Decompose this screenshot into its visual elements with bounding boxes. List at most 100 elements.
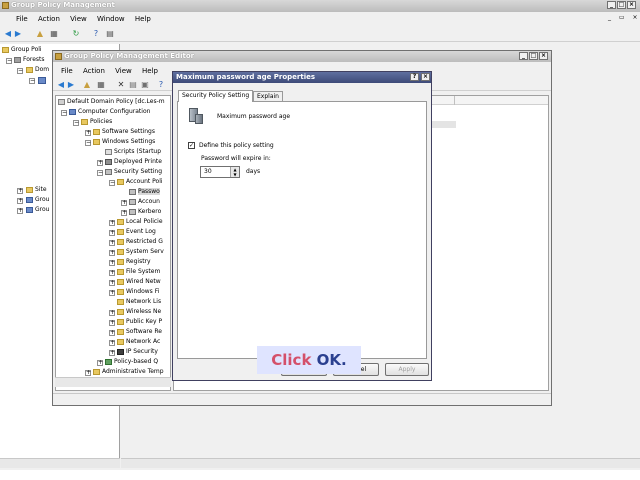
- registry-expander[interactable]: +: [109, 260, 115, 266]
- gpme-tree-hscroll[interactable]: [55, 377, 171, 387]
- gpm-site-expander[interactable]: +: [17, 188, 23, 194]
- tree-restricted-groups[interactable]: Restricted G: [117, 238, 163, 247]
- network-access-expander[interactable]: +: [109, 340, 115, 346]
- tree-kerberos[interactable]: Kerbero: [129, 208, 161, 217]
- gpm-mdi-restore-button[interactable]: ▭: [619, 14, 625, 21]
- tree-account-policies[interactable]: Account Poli: [117, 178, 163, 187]
- gpm-menu-view[interactable]: View: [70, 14, 87, 24]
- gpm-forests-expander[interactable]: −: [6, 58, 12, 64]
- tree-policies[interactable]: Policies: [81, 118, 112, 127]
- gpm-tree-forests[interactable]: Forests: [14, 56, 45, 65]
- local-policies-expander[interactable]: +: [109, 220, 115, 226]
- gpm-tree-group-1[interactable]: Grou: [26, 196, 49, 205]
- help-icon[interactable]: ?: [157, 81, 165, 89]
- gpm-content-hscroll[interactable]: [121, 458, 640, 468]
- tree-windows-firewall[interactable]: Windows Fi: [117, 288, 159, 297]
- show-hide-tree-icon[interactable]: ▦: [97, 81, 105, 89]
- tree-public-key[interactable]: Public Key P: [117, 318, 162, 327]
- gpme-menu-view[interactable]: View: [115, 66, 132, 76]
- tab-security-policy-setting[interactable]: Security Policy Setting: [178, 90, 254, 102]
- gpm-close-button[interactable]: ×: [627, 1, 636, 9]
- gpm-menu-help[interactable]: Help: [135, 14, 151, 24]
- gpm-menu-file[interactable]: File: [16, 14, 28, 24]
- tree-administrative-templates[interactable]: Administrative Temp: [93, 368, 164, 377]
- account-policies-expander[interactable]: −: [109, 180, 115, 186]
- software-settings-expander[interactable]: +: [85, 130, 91, 136]
- gpm-group-expander-2[interactable]: +: [17, 208, 23, 214]
- gpm-menu-window[interactable]: Window: [97, 14, 125, 24]
- windows-firewall-expander[interactable]: +: [109, 290, 115, 296]
- tree-default-domain-policy[interactable]: Default Domain Policy [dc.Les-m: [58, 98, 165, 107]
- tree-security-settings[interactable]: Security Setting: [105, 168, 162, 177]
- gpm-mdi-close-button[interactable]: ×: [633, 14, 638, 21]
- tree-deployed-printers[interactable]: Deployed Printe: [105, 158, 162, 167]
- policies-expander[interactable]: −: [73, 120, 79, 126]
- define-policy-checkbox[interactable]: ✓: [188, 142, 195, 149]
- wired-network-expander[interactable]: +: [109, 280, 115, 286]
- apply-button[interactable]: Apply: [385, 363, 429, 376]
- gpm-maximize-button[interactable]: □: [617, 1, 626, 9]
- properties-icon[interactable]: ▤: [106, 30, 114, 38]
- admin-templates-expander[interactable]: +: [85, 370, 91, 376]
- file-system-expander[interactable]: +: [109, 270, 115, 276]
- forward-arrow-icon[interactable]: ▶: [67, 81, 75, 89]
- tree-event-log[interactable]: Event Log: [117, 228, 156, 237]
- tree-scripts[interactable]: Scripts (Startup: [105, 148, 161, 157]
- tree-wired-network[interactable]: Wired Netw: [117, 278, 161, 287]
- gpm-menu-action[interactable]: Action: [38, 14, 60, 24]
- tree-ip-security[interactable]: IP Security: [117, 348, 158, 357]
- policy-qos-expander[interactable]: +: [97, 360, 103, 366]
- restricted-groups-expander[interactable]: +: [109, 240, 115, 246]
- software-restriction-expander[interactable]: +: [109, 330, 115, 336]
- system-services-expander[interactable]: +: [109, 250, 115, 256]
- ip-security-expander[interactable]: +: [109, 350, 115, 356]
- help-icon[interactable]: ?: [92, 30, 100, 38]
- gpm-minimize-button[interactable]: _: [607, 1, 616, 9]
- gpme-close-button[interactable]: ×: [539, 52, 548, 60]
- export-list-icon[interactable]: ▣: [141, 81, 149, 89]
- password-age-input[interactable]: 30 ▲ ▼: [200, 166, 240, 178]
- dialog-close-button[interactable]: ×: [421, 73, 430, 81]
- gpm-tree-hscroll[interactable]: [0, 458, 120, 468]
- show-hide-tree-icon[interactable]: ▦: [50, 30, 58, 38]
- kerberos-expander[interactable]: +: [121, 210, 127, 216]
- refresh-icon[interactable]: ↻: [72, 30, 80, 38]
- up-folder-icon[interactable]: ▲: [83, 81, 91, 89]
- event-log-expander[interactable]: +: [109, 230, 115, 236]
- tree-computer-configuration[interactable]: Computer Configuration: [69, 108, 150, 117]
- gpm-tree-sites[interactable]: Site: [26, 186, 47, 195]
- back-arrow-icon[interactable]: ◀: [4, 30, 12, 38]
- windows-settings-expander[interactable]: −: [85, 140, 91, 146]
- public-key-expander[interactable]: +: [109, 320, 115, 326]
- tree-network-list[interactable]: Network Lis: [117, 298, 161, 307]
- gpm-tree-domains[interactable]: Dom: [26, 66, 49, 75]
- gpm-tree-group-2[interactable]: Grou: [26, 206, 49, 215]
- gpme-menu-help[interactable]: Help: [142, 66, 158, 76]
- account-lockout-expander[interactable]: +: [121, 200, 127, 206]
- security-settings-expander[interactable]: −: [97, 170, 103, 176]
- wireless-network-expander[interactable]: +: [109, 310, 115, 316]
- tree-wireless-network[interactable]: Wireless Ne: [117, 308, 161, 317]
- up-folder-icon[interactable]: ▲: [36, 30, 44, 38]
- gpm-tree-root[interactable]: Group Poli: [2, 46, 42, 55]
- gpme-menu-action[interactable]: Action: [83, 66, 105, 76]
- tree-policy-based-qos[interactable]: Policy-based Q: [105, 358, 158, 367]
- forward-arrow-icon[interactable]: ▶: [14, 30, 22, 38]
- spin-down-button[interactable]: ▼: [230, 172, 239, 177]
- back-arrow-icon[interactable]: ◀: [57, 81, 65, 89]
- properties-icon[interactable]: ▤: [129, 81, 137, 89]
- tree-windows-settings[interactable]: Windows Settings: [93, 138, 155, 147]
- tree-software-restriction[interactable]: Software Re: [117, 328, 162, 337]
- tree-password-policy[interactable]: Passwo: [129, 188, 160, 197]
- gpm-domains-expander[interactable]: −: [17, 68, 23, 74]
- column-header-divider[interactable]: [454, 96, 455, 105]
- computer-config-expander[interactable]: −: [61, 110, 67, 116]
- tree-local-policies[interactable]: Local Policie: [117, 218, 163, 227]
- deployed-printers-expander[interactable]: +: [97, 160, 103, 166]
- tree-registry[interactable]: Registry: [117, 258, 151, 267]
- tree-file-system[interactable]: File System: [117, 268, 160, 277]
- dialog-help-button[interactable]: ?: [410, 73, 419, 81]
- delete-icon[interactable]: ✕: [117, 81, 125, 89]
- gpm-group-expander-1[interactable]: +: [17, 198, 23, 204]
- tree-system-services[interactable]: System Serv: [117, 248, 164, 257]
